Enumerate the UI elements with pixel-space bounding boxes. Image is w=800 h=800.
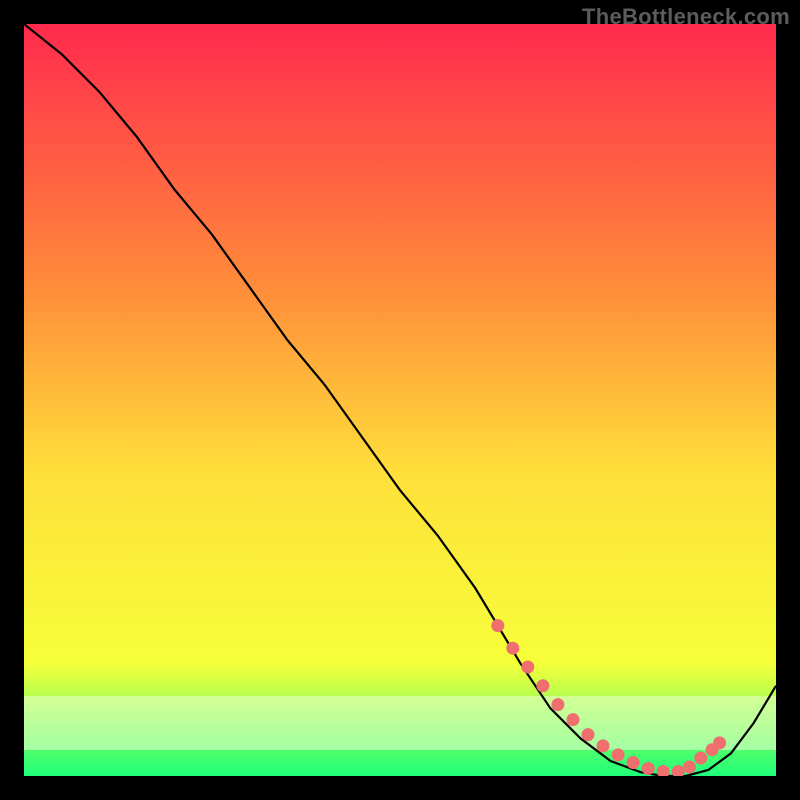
marker-dot bbox=[521, 661, 534, 674]
marker-dot bbox=[582, 728, 595, 741]
chart-svg bbox=[24, 24, 776, 776]
plot-area bbox=[24, 24, 776, 776]
marker-dot bbox=[694, 752, 707, 765]
marker-dot bbox=[536, 679, 549, 692]
chart-frame: TheBottleneck.com bbox=[0, 0, 800, 800]
marker-dot bbox=[612, 748, 625, 761]
marker-dot bbox=[506, 642, 519, 655]
marker-dot bbox=[551, 698, 564, 711]
marker-dot bbox=[491, 619, 504, 632]
haze-band bbox=[24, 696, 776, 750]
marker-dot bbox=[567, 713, 580, 726]
marker-dot bbox=[627, 756, 640, 769]
marker-dot bbox=[683, 761, 696, 774]
marker-dot bbox=[597, 739, 610, 752]
marker-dot bbox=[642, 762, 655, 775]
marker-dot bbox=[713, 736, 726, 749]
